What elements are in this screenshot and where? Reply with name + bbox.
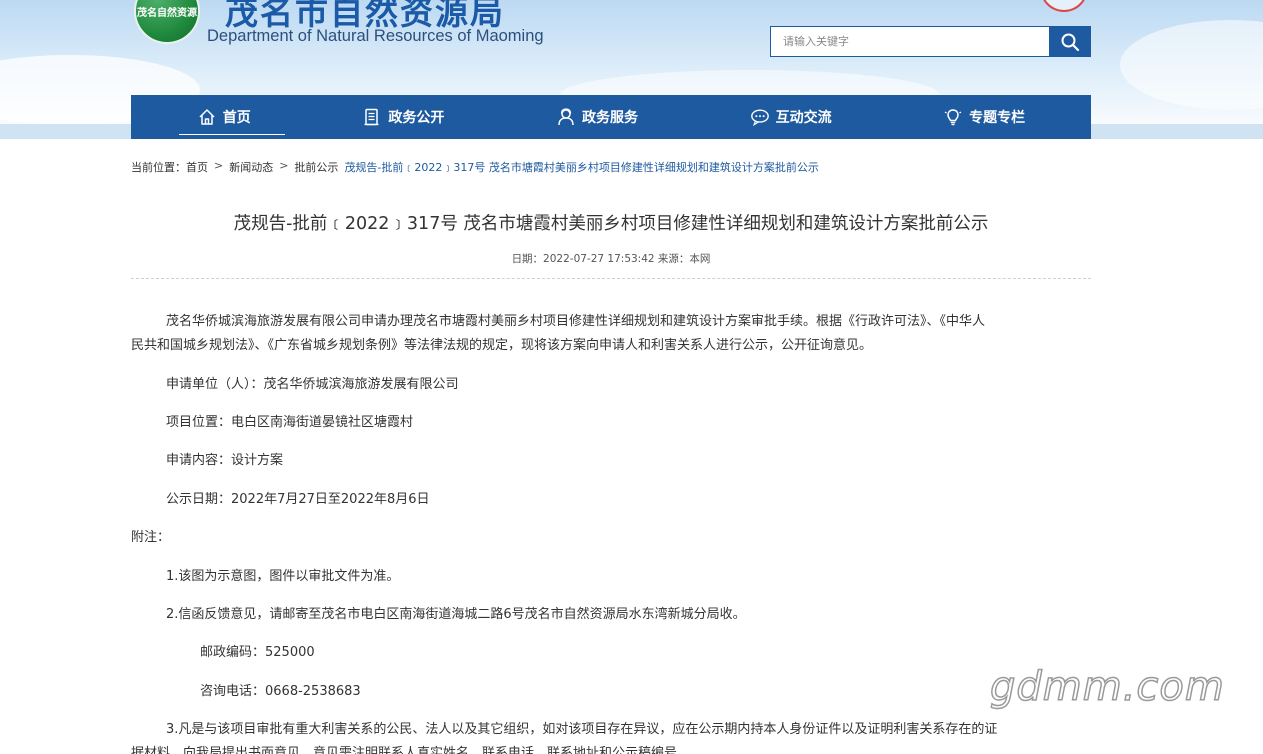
- intro-paragraph-line: 民共和国城乡规划法》、《广东省城乡规划条例》等法律法规的规定，现将该方案向申请人…: [131, 338, 873, 353]
- nav-item-gov-services[interactable]: 政务服务: [532, 95, 662, 139]
- nav-item-interaction[interactable]: 互动交流: [726, 95, 856, 139]
- note-item: 2.信函反馈意见，请邮寄至茂名市电白区南海街道海城二路6号茂名市自然资源局水东湾…: [166, 607, 746, 622]
- nav-item-label: 首页: [222, 110, 251, 126]
- content-line: 申请内容：设计方案: [166, 453, 284, 468]
- breadcrumb-link-news[interactable]: 新闻动态: [229, 159, 273, 175]
- site-watermark: gdmm.com: [989, 663, 1225, 711]
- search-input[interactable]: [770, 26, 1049, 57]
- header-cloud: [1120, 20, 1263, 110]
- nav-item-label: 政务服务: [581, 110, 638, 126]
- nav-item-home[interactable]: 首页: [173, 95, 285, 139]
- search-box: [770, 26, 1091, 57]
- emblem-seal-icon: [1040, 0, 1088, 12]
- breadcrumb-link-home[interactable]: 首页: [186, 159, 208, 175]
- breadcrumb-current[interactable]: 茂规告-批前﹝2022﹞317号 茂名市塘霞村美丽乡村项目修建性详细规划和建筑设…: [344, 159, 818, 175]
- document-icon: [362, 107, 382, 127]
- main-nav: 首页 政务公开 政务服务 互动交流 专题专栏: [131, 95, 1091, 139]
- site-logo-badge[interactable]: 茂名自然资源: [134, 0, 200, 44]
- search-button[interactable]: [1049, 26, 1091, 57]
- article-meta: 日期：2022-07-27 17:53:42 来源：本网: [511, 253, 711, 265]
- notes-label: 附注：: [131, 530, 171, 545]
- logo-badge-text: 茂名自然资源: [137, 7, 197, 19]
- breadcrumb-separator: >: [214, 159, 224, 172]
- chat-bubble-icon: [750, 107, 770, 127]
- nav-item-special-topics[interactable]: 专题专栏: [919, 95, 1049, 139]
- breadcrumb-link-prepublicity[interactable]: 批前公示: [294, 159, 338, 175]
- home-icon: [197, 107, 217, 127]
- postcode-line: 邮政编码：525000: [200, 645, 315, 660]
- service-person-icon: [556, 107, 576, 127]
- location-line: 项目位置：电白区南海街道晏镜社区塘霞村: [166, 415, 414, 430]
- breadcrumb: 当前位置： 首页 > 新闻动态 > 批前公示 茂规告-批前﹝2022﹞317号 …: [131, 159, 819, 175]
- period-line: 公示日期：2022年7月27日至2022年8月6日: [166, 492, 430, 507]
- search-icon: [1061, 33, 1080, 51]
- site-subtitle: Department of Natural Resources of Maomi…: [207, 27, 544, 45]
- intro-paragraph-line: 茂名华侨城滨海旅游发展有限公司申请办理茂名市塘霞村美丽乡村项目修建性详细规划和建…: [166, 314, 986, 329]
- applicant-line: 申请单位（人）：茂名华侨城滨海旅游发展有限公司: [166, 377, 459, 392]
- breadcrumb-label: 当前位置：: [131, 161, 186, 174]
- nav-item-label: 互动交流: [775, 110, 832, 126]
- note-item: 3.凡是与该项目审批有重大利害关系的公民、法人以及其它组织，如对该项目存在异议，…: [166, 722, 998, 737]
- note-item: 1.该图为示意图，图件以审批文件为准。: [166, 569, 400, 584]
- nav-item-gov-affairs-open[interactable]: 政务公开: [338, 95, 468, 139]
- title-divider: [131, 278, 1091, 279]
- phone-line: 咨询电话：0668-2538683: [200, 684, 361, 699]
- lightbulb-icon: [943, 107, 963, 127]
- article-title: 茂规告-批前﹝2022﹞317号 茂名市塘霞村美丽乡村项目修建性详细规划和建筑设…: [233, 214, 989, 234]
- note-item: 据材料，向我局提出书面意见，意见需注明联系人真实姓名、联系电话、联系地址和公示稿…: [131, 746, 691, 754]
- nav-item-label: 专题专栏: [969, 110, 1026, 126]
- breadcrumb-separator: >: [279, 159, 289, 172]
- nav-item-label: 政务公开: [388, 110, 445, 126]
